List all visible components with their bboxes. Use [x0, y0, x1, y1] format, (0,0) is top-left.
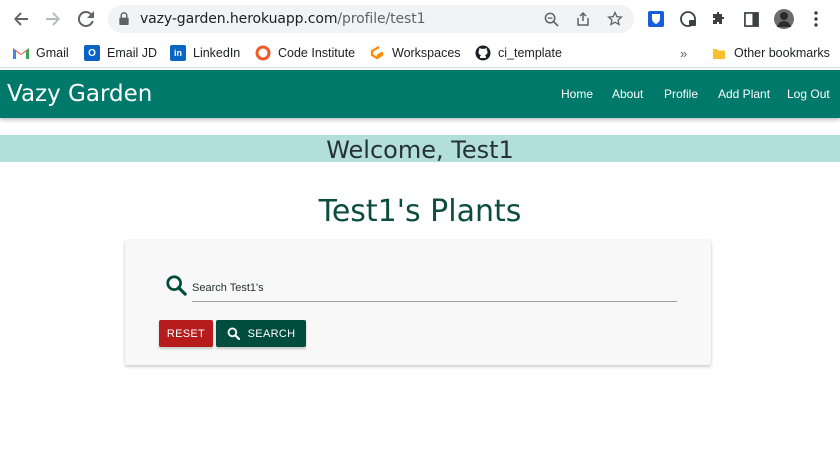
back-arrow-icon[interactable] — [8, 7, 34, 31]
bookmark-label: Gmail — [36, 46, 69, 60]
side-panel-icon[interactable] — [740, 8, 762, 30]
page-title: Test1's Plants — [318, 194, 522, 229]
nav-home[interactable]: Home — [561, 87, 593, 101]
bookmark-workspaces[interactable]: Workspaces — [369, 44, 461, 62]
lock-icon[interactable] — [118, 12, 130, 25]
code-institute-icon — [255, 45, 271, 61]
profile-avatar-icon[interactable] — [773, 8, 795, 30]
extensions-puzzle-icon[interactable] — [708, 8, 730, 30]
search-icon — [166, 275, 187, 296]
folder-icon — [711, 45, 727, 61]
star-icon[interactable] — [606, 10, 624, 28]
zoom-icon[interactable] — [542, 10, 560, 28]
url-text[interactable]: vazy-garden.herokuapp.com/profile/test1 — [140, 11, 426, 27]
bookmarks-overflow-button[interactable]: » — [680, 44, 687, 62]
password-manager-icon[interactable] — [677, 8, 699, 30]
search-input[interactable] — [192, 274, 677, 302]
search-button-label: SEARCH — [247, 327, 296, 340]
gmail-icon — [13, 45, 29, 61]
bookmark-label: ci_template — [498, 46, 562, 60]
bookmark-label: Workspaces — [392, 46, 461, 60]
nav-log-out[interactable]: Log Out — [787, 87, 830, 101]
reload-icon[interactable] — [73, 7, 99, 31]
bookmark-label: Other bookmarks — [734, 46, 830, 60]
search-card: RESET SEARCH — [125, 240, 711, 365]
bookmark-label: Email JD — [107, 46, 158, 60]
search-button[interactable]: SEARCH — [216, 320, 306, 347]
bookmark-label: LinkedIn — [193, 46, 241, 60]
nav-about[interactable]: About — [612, 87, 643, 101]
outlook-icon: O — [84, 45, 100, 61]
bookmark-label: Code Institute — [278, 46, 356, 60]
bookmark-gmail[interactable]: Gmail — [13, 44, 69, 62]
nav-profile[interactable]: Profile — [664, 87, 698, 101]
share-icon[interactable] — [574, 10, 592, 28]
address-bar[interactable]: vazy-garden.herokuapp.com/profile/test1 — [108, 5, 634, 33]
bookmark-code-institute[interactable]: Code Institute — [255, 44, 355, 62]
site-navbar: Vazy Garden Home About Profile Add Plant… — [0, 70, 840, 118]
nav-add-plant[interactable]: Add Plant — [718, 87, 770, 101]
bookmark-linkedin[interactable]: in LinkedIn — [170, 44, 240, 62]
menu-dots-icon[interactable] — [805, 8, 827, 30]
linkedin-icon: in — [170, 45, 186, 61]
gitpod-icon — [369, 45, 385, 61]
bitwarden-extension-icon[interactable] — [645, 8, 667, 30]
bookmark-ci-template[interactable]: ci_template — [475, 44, 562, 62]
search-icon — [227, 327, 240, 340]
brand-logo[interactable]: Vazy Garden — [7, 81, 152, 107]
reset-button[interactable]: RESET — [159, 320, 213, 347]
reset-button-label: RESET — [166, 327, 206, 340]
forward-arrow-icon[interactable] — [40, 7, 66, 31]
bookmarks-bar: Gmail O Email JD in LinkedIn Code Instit… — [0, 38, 840, 68]
browser-toolbar: vazy-garden.herokuapp.com/profile/test1 — [0, 0, 840, 38]
bookmark-email-jd[interactable]: O Email JD — [84, 44, 157, 62]
other-bookmarks-folder[interactable]: Other bookmarks — [711, 44, 830, 62]
welcome-banner: Welcome, Test1 — [0, 135, 840, 164]
github-icon — [475, 45, 491, 61]
